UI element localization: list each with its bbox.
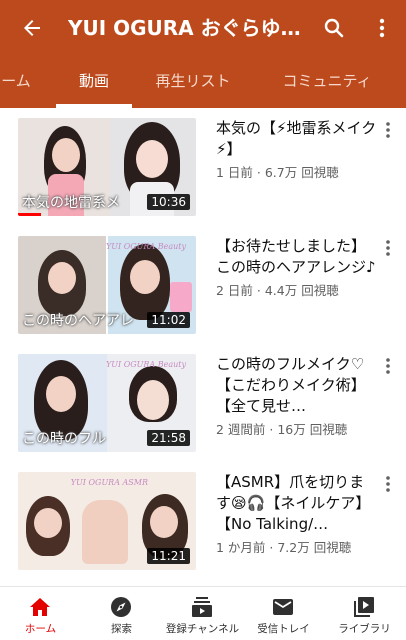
thumbnail-caption: 本気の地雷系メ (22, 195, 120, 211)
home-icon (30, 598, 50, 616)
thumbnail-logo: YUI OGURA ASMR (70, 478, 148, 487)
video-meta[interactable]: 【お待たせしました】この時のヘアアレンジ♪ 2 日前 · 4.4万 回視聴 (216, 236, 378, 299)
nav-inbox[interactable]: 受信トレイ (243, 587, 324, 640)
video-duration: 21:58 (147, 430, 190, 446)
video-duration: 11:21 (147, 548, 190, 564)
more-options-button[interactable] (364, 10, 400, 46)
thumbnail-logo: YUI OGURA Beauty (105, 242, 186, 251)
video-thumbnail[interactable]: 本気の地雷系メ 10:36 (18, 118, 196, 216)
nav-explore[interactable]: 探索 (81, 587, 162, 640)
video-list[interactable]: 本気の地雷系メ 10:36 本気の【⚡地雷系メイク⚡】 1 日前 · 6.7万 … (0, 108, 406, 586)
inbox-icon (273, 599, 293, 615)
more-vert-icon (379, 18, 385, 38)
nav-library[interactable]: ライブラリ (324, 587, 405, 640)
explore-icon (111, 597, 131, 617)
more-vert-icon (386, 240, 390, 256)
video-stats: 1 日前 · 6.7万 回視聴 (216, 165, 339, 180)
thumbnail-caption: この時のヘアアレ (22, 313, 134, 329)
subscriptions-icon (192, 597, 212, 617)
video-meta[interactable]: この時のフルメイク♡【こだわりメイク術】【全て見せ… 2 週間前 · 16万 回… (216, 354, 378, 438)
more-vert-icon (386, 358, 390, 374)
video-meta[interactable]: 本気の【⚡地雷系メイク⚡】 1 日前 · 6.7万 回視聴 (216, 118, 378, 181)
tab-playlists[interactable]: 再生リスト (140, 56, 246, 108)
video-title[interactable]: この時のフルメイク♡【こだわりメイク術】【全て見せ… (216, 354, 378, 417)
video-more-button[interactable] (378, 236, 398, 260)
video-meta[interactable]: 【ASMR】爪を切ります😪🎧【ネイルケア】【No Talking/… 1 か月前… (216, 472, 378, 556)
tab-videos[interactable]: 動画 (56, 56, 132, 108)
video-title[interactable]: 【ASMR】爪を切ります😪🎧【ネイルケア】【No Talking/… (216, 472, 378, 535)
thumbnail-caption: この時のフル (22, 431, 106, 447)
watch-progress-bar (18, 213, 42, 216)
nav-subscriptions[interactable]: 登録チャンネル (162, 587, 243, 640)
video-more-button[interactable] (378, 118, 398, 142)
app-bar: YUI OGURA おぐらゆ… ーム 動画 再生リスト コミュニティ (0, 0, 406, 108)
video-title[interactable]: 本気の【⚡地雷系メイク⚡】 (216, 118, 378, 160)
nav-home[interactable]: ホーム (0, 587, 81, 640)
video-more-button[interactable] (378, 354, 398, 378)
search-button[interactable] (316, 10, 352, 46)
bottom-navigation: ホーム 探索 登録チャンネル 受信トレイ ライブラリ (0, 586, 406, 640)
nav-label: 登録チャンネル (165, 623, 240, 635)
video-duration: 10:36 (147, 194, 190, 210)
video-more-button[interactable] (378, 472, 398, 496)
more-vert-icon (386, 122, 390, 138)
thumbnail-logo: YUI OGURA Beauty (105, 360, 186, 369)
video-duration: 11:02 (147, 312, 190, 328)
video-thumbnail[interactable]: YUI OGURA Beauty この時のヘアアレ 11:02 (18, 236, 196, 334)
tab-community[interactable]: コミュニティ (262, 56, 392, 108)
video-thumbnail[interactable]: YUI OGURA ASMR 11:21 (18, 472, 196, 570)
video-item[interactable]: 本気の地雷系メ 10:36 本気の【⚡地雷系メイク⚡】 1 日前 · 6.7万 … (0, 108, 406, 224)
nav-label: ライブラリ (338, 623, 391, 635)
nav-label: 探索 (111, 623, 132, 635)
more-vert-icon (386, 476, 390, 492)
video-stats: 2 日前 · 4.4万 回視聴 (216, 283, 339, 298)
back-arrow-icon (24, 20, 40, 36)
video-thumbnail[interactable]: YUI OGURA Beauty この時のフル 21:58 (18, 354, 196, 452)
search-icon (324, 18, 344, 38)
video-stats: 1 か月前 · 7.2万 回視聴 (216, 540, 352, 555)
video-item[interactable]: YUI OGURA Beauty この時のヘアアレ 11:02 【お待たせしまし… (0, 226, 406, 342)
nav-label: ホーム (24, 623, 57, 635)
back-button[interactable] (14, 10, 50, 46)
tab-home[interactable]: ーム (0, 56, 40, 108)
video-item[interactable]: YUI OGURA Beauty この時のフル 21:58 この時のフルメイク♡… (0, 344, 406, 460)
library-icon (354, 597, 374, 617)
video-title[interactable]: 【お待たせしました】この時のヘアアレンジ♪ (216, 236, 378, 278)
video-item[interactable]: YUI OGURA ASMR 11:21 【ASMR】爪を切ります😪🎧【ネイルケ… (0, 462, 406, 578)
channel-tabs: ーム 動画 再生リスト コミュニティ (0, 56, 406, 108)
nav-label: 受信トレイ (257, 623, 310, 635)
top-row: YUI OGURA おぐらゆ… (0, 0, 406, 56)
channel-title: YUI OGURA おぐらゆ… (68, 16, 301, 40)
video-stats: 2 週間前 · 16万 回視聴 (216, 422, 348, 437)
